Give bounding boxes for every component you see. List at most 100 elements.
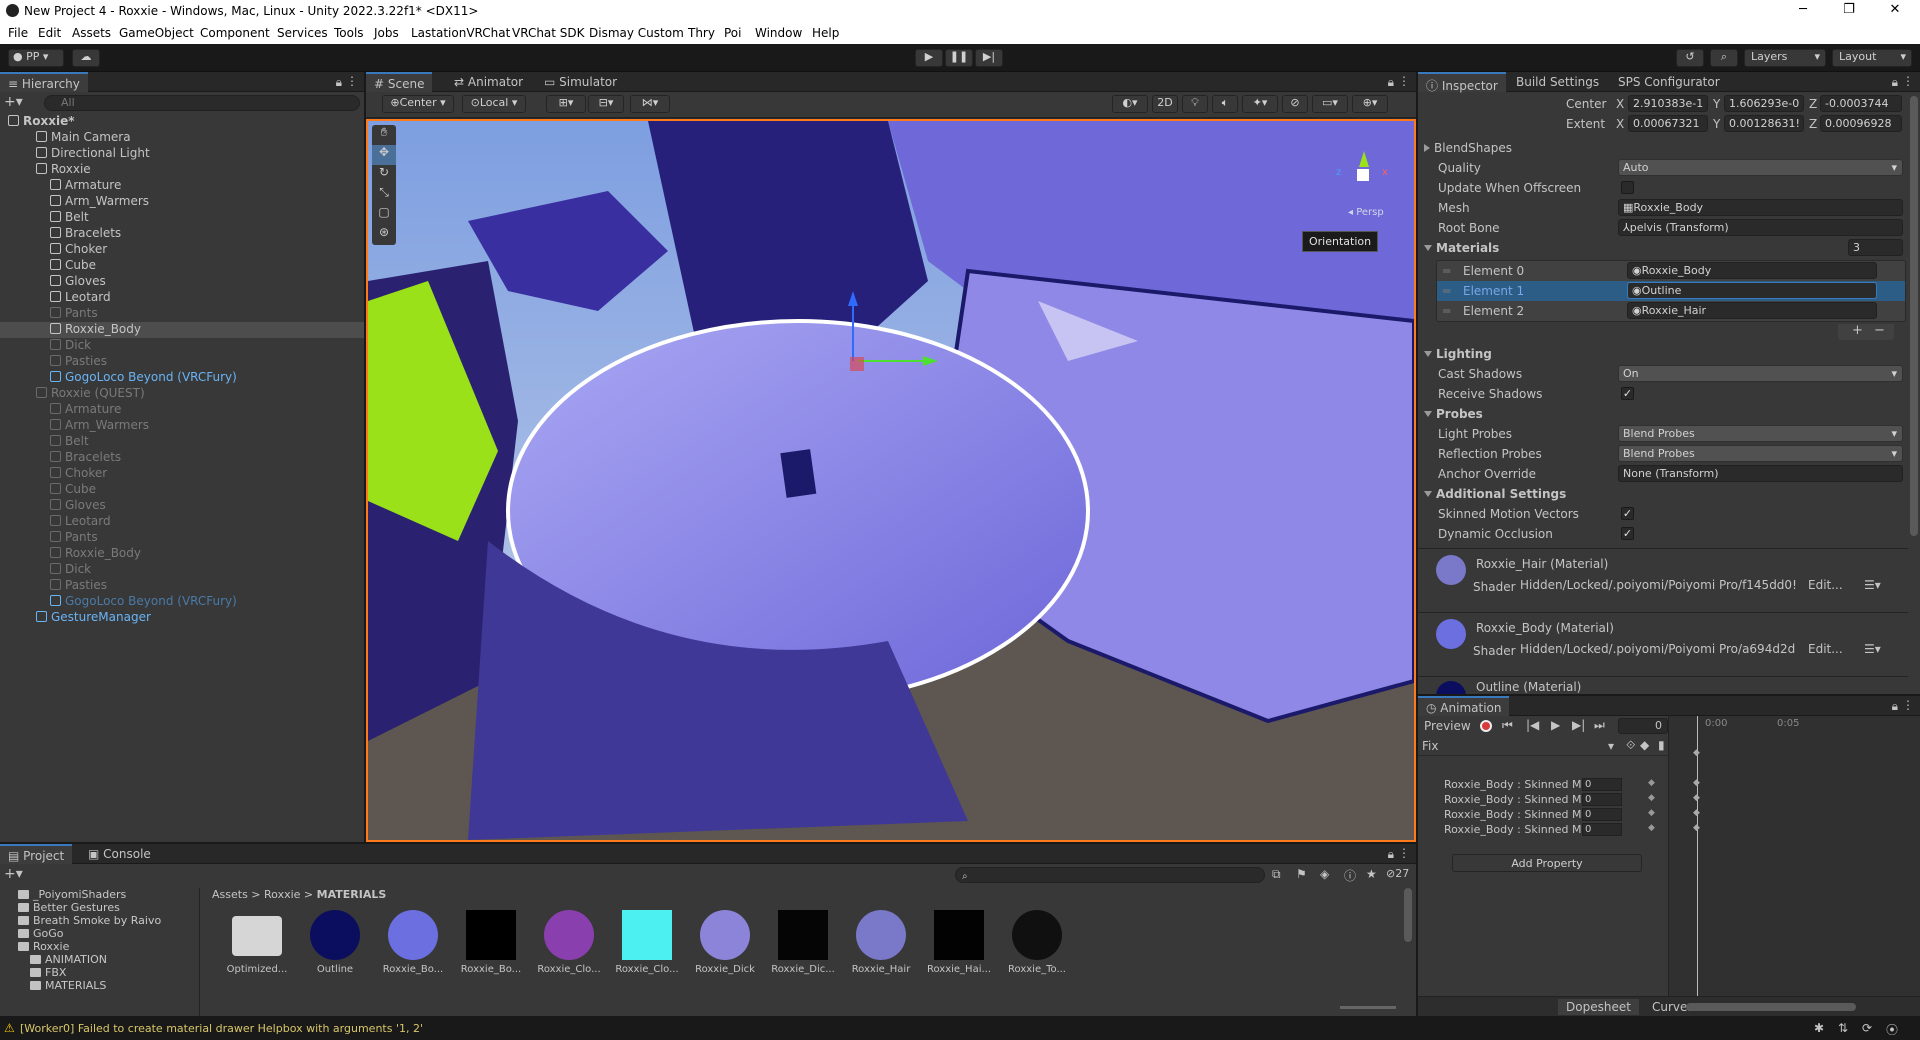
menu-vrchat-sdk[interactable]: VRChat SDK — [512, 26, 585, 40]
close-button[interactable]: ✕ — [1872, 2, 1918, 17]
project-search-input[interactable]: ⌕ — [955, 867, 1265, 883]
skinned-motion-checkbox[interactable]: ✓ — [1621, 507, 1634, 520]
scene-lock-icon[interactable]: 🔒︎ — [1388, 75, 1394, 90]
tab-animation[interactable]: ◷ Animation — [1418, 696, 1510, 716]
project-scrollbar[interactable] — [1404, 888, 1412, 942]
tab-console[interactable]: ▣ Console — [80, 844, 159, 864]
hierarchy-row[interactable]: Choker — [0, 466, 364, 482]
asset-item[interactable]: Roxxie_Dic... — [766, 910, 840, 994]
notifications-icon[interactable]: ⦿ — [1886, 1021, 1898, 1038]
filter-type-icon[interactable]: ⧉ — [1272, 867, 1281, 882]
network-icon[interactable]: ⇅ — [1838, 1021, 1848, 1035]
animation-property-row[interactable]: Roxxie_Body : Skinned Mes 0 ◆ — [1418, 778, 1663, 793]
record-button[interactable] — [1480, 720, 1492, 732]
hierarchy-row[interactable]: Pants — [0, 530, 364, 546]
add-element-button[interactable]: + — [1852, 323, 1863, 338]
keyframe-toggle-icon[interactable]: ◆ — [1648, 823, 1655, 833]
project-lock-icon[interactable]: 🔒︎ — [1388, 847, 1394, 862]
audio-toggle-icon[interactable]: 🔈︎ — [1212, 95, 1238, 113]
preview-button[interactable]: Preview — [1424, 719, 1471, 733]
keyframe-toggle-icon[interactable]: ◆ — [1648, 808, 1655, 818]
project-folder-item[interactable]: Breath Smoke by Raivo — [0, 914, 161, 927]
breadcrumb-assets[interactable]: Assets — [212, 888, 248, 901]
blendshapes-foldout[interactable]: BlendShapes — [1418, 138, 1908, 158]
filter-label-icon[interactable]: ⚑ — [1296, 867, 1307, 881]
hierarchy-row[interactable]: Leotard — [0, 290, 364, 306]
account-dropdown[interactable]: ● PP ▾ — [8, 49, 64, 67]
inspector-more-icon[interactable]: ⋮ — [1902, 74, 1914, 88]
hidden-packages-count[interactable]: ⊘27 — [1386, 867, 1409, 880]
hierarchy-row[interactable]: Belt — [0, 210, 364, 226]
hand-tool-icon[interactable]: ✋︎ — [372, 125, 396, 145]
toggle-2d-button[interactable]: 2D — [1152, 95, 1178, 113]
transform-tool-icon[interactable]: ⊛ — [372, 225, 396, 245]
asset-item[interactable]: Roxxie_Clo... — [532, 910, 606, 994]
hierarchy-row[interactable]: Bracelets — [0, 226, 364, 242]
tab-sps-configurator[interactable]: SPS Configurator — [1610, 72, 1728, 92]
tab-hierarchy[interactable]: ≡ Hierarchy — [0, 72, 88, 92]
pivot-center-dropdown[interactable]: ⊕Center ▾ — [382, 95, 454, 113]
persp-label[interactable]: ◂ Persp — [1348, 207, 1384, 218]
keyframe-marker[interactable]: ◆ — [1693, 748, 1700, 758]
menu-help[interactable]: Help — [812, 26, 839, 40]
tab-build-settings[interactable]: Build Settings — [1508, 72, 1607, 92]
hierarchy-row[interactable]: Main Camera — [0, 130, 364, 146]
rect-tool-icon[interactable]: ▢ — [372, 205, 396, 225]
center-y-field[interactable]: 1.606293e-0 — [1724, 95, 1804, 112]
asset-item[interactable]: Roxxie_Bo... — [376, 910, 450, 994]
extent-y-field[interactable]: 0.00128631! — [1724, 115, 1804, 132]
hierarchy-row[interactable]: Directional Light — [0, 146, 364, 162]
rootbone-field[interactable]: ⅄pelvis (Transform) — [1618, 219, 1903, 236]
center-x-field[interactable]: 2.910383e-1 — [1628, 95, 1708, 112]
scene-more-icon[interactable]: ⋮ — [1398, 74, 1410, 88]
tab-project[interactable]: ▤ Project — [0, 844, 73, 864]
menu-services[interactable]: Services — [277, 26, 328, 40]
add-icon[interactable]: +▾ — [4, 94, 23, 110]
light-probes-dropdown[interactable]: Blend Probes ▾ — [1618, 425, 1903, 442]
cloud-icon[interactable]: ☁ — [72, 49, 100, 67]
hierarchy-row[interactable]: Cube — [0, 258, 364, 274]
more-icon[interactable]: ⋮ — [346, 74, 358, 88]
remove-element-button[interactable]: − — [1874, 323, 1885, 338]
menu-edit[interactable]: Edit — [38, 26, 61, 40]
event-marker-icon[interactable]: ▮ — [1658, 738, 1665, 752]
camera-icon[interactable]: ▭▾ — [1312, 95, 1348, 113]
hidden-objects-icon[interactable]: ⊘ — [1282, 95, 1308, 113]
probes-foldout[interactable]: Probes — [1418, 404, 1908, 424]
first-keyframe-button[interactable]: ⏮ — [1502, 718, 1513, 733]
scale-tool-icon[interactable]: ⤡ — [372, 185, 396, 205]
lock-icon[interactable]: 🔒︎ — [336, 75, 342, 90]
add-property-button[interactable]: Add Property — [1452, 854, 1642, 872]
hierarchy-row[interactable]: Dick — [0, 562, 364, 578]
additional-settings-foldout[interactable]: Additional Settings — [1418, 484, 1908, 504]
material-hair-shader-dropdown[interactable]: Hidden/Locked/.poiyomi/Poiyomi Pro/f145d… — [1520, 578, 1804, 592]
hierarchy-row[interactable]: GogoLoco Beyond (VRCFury) — [0, 594, 364, 610]
hierarchy-row[interactable]: Bracelets — [0, 450, 364, 466]
anchor-override-field[interactable]: None (Transform) — [1618, 465, 1903, 482]
status-message[interactable]: [Worker0] Failed to create material draw… — [20, 1022, 423, 1035]
prev-keyframe-button[interactable]: |◀ — [1526, 718, 1539, 732]
hierarchy-row[interactable]: Roxxie — [0, 162, 364, 178]
project-folder-item[interactable]: Roxxie — [0, 940, 69, 953]
icon-size-slider[interactable] — [1340, 1006, 1396, 1009]
clip-dropdown[interactable]: Fix ▾ — [1422, 739, 1618, 753]
menu-tools[interactable]: Tools — [334, 26, 364, 40]
breadcrumb-roxxie[interactable]: Roxxie — [264, 888, 300, 901]
add-event-icon[interactable]: ◆ — [1640, 738, 1649, 752]
hierarchy-row[interactable]: Dick — [0, 338, 364, 354]
material-body-edit-button[interactable]: Edit... — [1808, 642, 1854, 656]
asset-item[interactable]: Roxxie_Bo... — [454, 910, 528, 994]
add-keyframe-icon[interactable]: ⟐ — [1626, 738, 1635, 753]
extent-x-field[interactable]: 0.00067321 — [1628, 115, 1708, 132]
draw-mode-icon[interactable]: ◐▾ — [1112, 95, 1148, 113]
menu-jobs[interactable]: Jobs — [374, 26, 399, 40]
animation-property-row[interactable]: Roxxie_Body : Skinned Mes 0 ◆ — [1418, 823, 1663, 838]
material-body-menu-icon[interactable]: ☰▾ — [1864, 642, 1904, 656]
tab-dopesheet[interactable]: Dopesheet — [1558, 999, 1639, 1015]
info-icon[interactable]: ⓘ — [1344, 867, 1356, 884]
hierarchy-row[interactable]: Gloves — [0, 274, 364, 290]
animation-property-value[interactable]: 0 — [1582, 808, 1622, 821]
maximize-button[interactable]: ❐ — [1826, 2, 1872, 17]
pause-button[interactable]: ❚❚ — [945, 49, 973, 67]
tab-simulator[interactable]: ▭ Simulator — [536, 72, 625, 92]
